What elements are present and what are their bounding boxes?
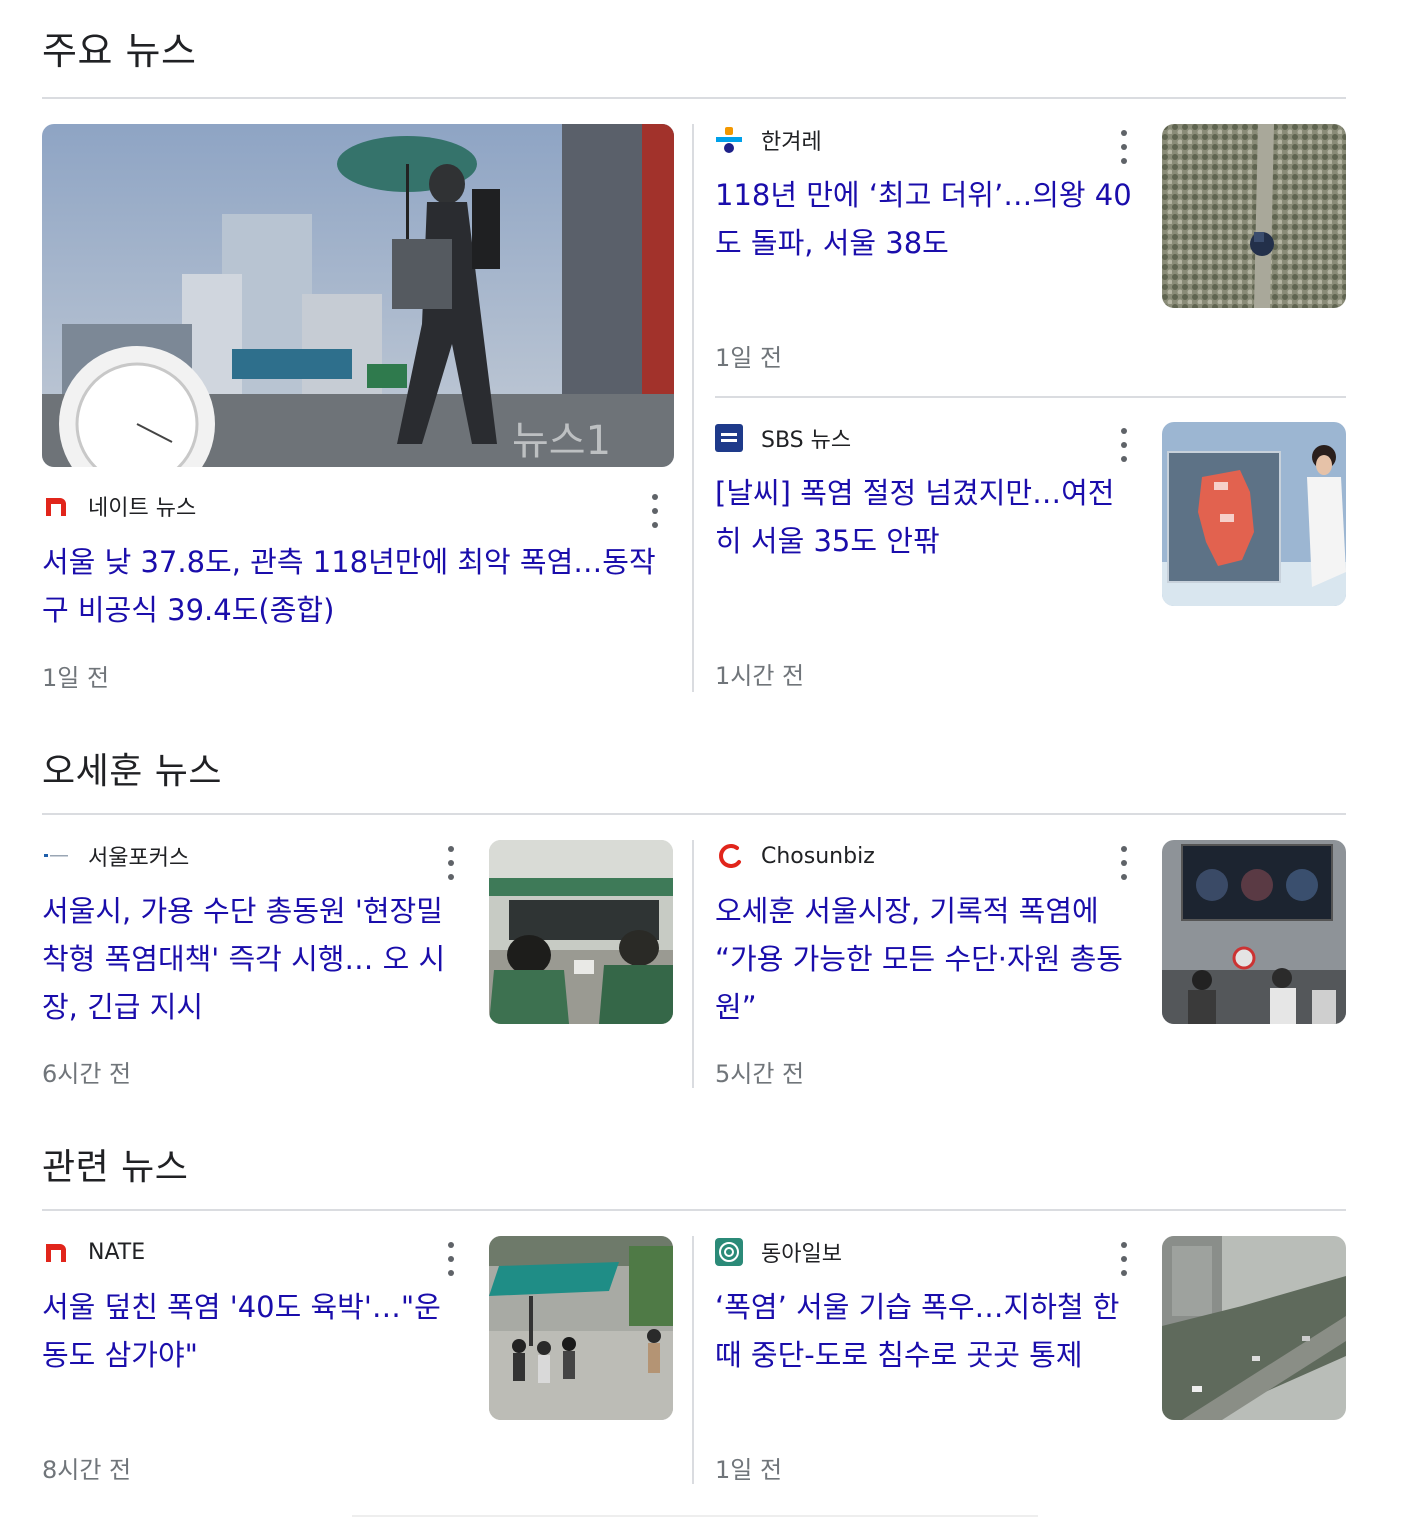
source-name: SBS 뉴스 [761, 428, 852, 453]
news-card[interactable]: Chosunbiz 오세훈 서울시장, 기록적 폭염에 “가용 가능한 모든 수… [715, 836, 1347, 1096]
news-card-featured[interactable]: 뉴스1 네이트 뉴스 서울 낮 37.8도, 관측 118년만에 최악 폭염…동… [42, 124, 674, 694]
news-card[interactable]: NATE 서울 덮친 폭염 '40도 육박'…"운동도 삼가야" 8시간 전 [42, 1232, 674, 1492]
column-divider [692, 840, 694, 1088]
more-options-icon[interactable] [441, 1242, 461, 1276]
meeting-room-photo[interactable] [489, 840, 673, 1024]
crop-field-aerial-photo[interactable] [1162, 124, 1346, 308]
headline-link[interactable]: [날씨] 폭염 절정 넘겼지만…여전히 서울 35도 안팎 [715, 469, 1140, 565]
timestamp: 1일 전 [42, 664, 110, 692]
source-name: 한겨레 [761, 130, 822, 155]
section-title-related-news: 관련 뉴스 [42, 1147, 189, 1188]
svg-text:뉴스1: 뉴스1 [512, 418, 611, 464]
source-row: 네이트 뉴스 [42, 486, 196, 526]
source-row: 동아일보 [715, 1232, 842, 1272]
chosunbiz-logo-icon [715, 842, 743, 870]
seoulfocus-logo-icon [42, 842, 70, 870]
timestamp: 1시간 전 [715, 662, 805, 690]
more-options-icon[interactable] [1114, 130, 1134, 164]
rainy-road-photo[interactable] [1162, 1236, 1346, 1420]
section-title-oh-sehoon-news: 오세훈 뉴스 [42, 751, 223, 792]
news-card[interactable]: SBS 뉴스 [날씨] 폭염 절정 넘겼지만…여전히 서울 35도 안팎 1시간… [715, 418, 1347, 698]
section-title-top-news: 주요 뉴스 [42, 29, 197, 73]
headline-link[interactable]: 118년 만에 ‘최고 더위’…의왕 40도 돌파, 서울 38도 [715, 171, 1140, 267]
divider [42, 97, 1346, 99]
timestamp: 8시간 전 [42, 1456, 132, 1484]
awning-crowd-photo[interactable] [489, 1236, 673, 1420]
headline-link[interactable]: ‘폭염’ 서울 기습 폭우…지하철 한때 중단-도로 침수로 곳곳 통제 [715, 1283, 1140, 1379]
news-card[interactable]: 동아일보 ‘폭염’ 서울 기습 폭우…지하철 한때 중단-도로 침수로 곳곳 통… [715, 1232, 1347, 1492]
source-name: 서울포커스 [88, 846, 190, 871]
source-name: NATE [88, 1239, 146, 1265]
more-options-icon[interactable] [645, 494, 665, 528]
source-name: Chosunbiz [761, 843, 875, 869]
nate-logo-icon [42, 1238, 70, 1266]
news-card[interactable]: 서울포커스 서울시, 가용 수단 총동원 '현장밀착형 폭염대책' 즉각 시행…… [42, 836, 674, 1096]
divider [715, 396, 1346, 398]
source-name: 동아일보 [761, 1242, 842, 1267]
headline-link[interactable]: 서울시, 가용 수단 총동원 '현장밀착형 폭염대책' 즉각 시행… 오 시장,… [42, 887, 467, 1031]
headline-link[interactable]: 서울 낮 37.8도, 관측 118년만에 최악 폭염…동작구 비공식 39.4… [42, 538, 672, 634]
hankyoreh-logo-icon [715, 126, 743, 154]
weather-map-photo[interactable] [1162, 422, 1346, 606]
column-divider [692, 124, 694, 692]
more-options-icon[interactable] [1114, 846, 1134, 880]
more-options-icon[interactable] [1114, 1242, 1134, 1276]
divider [42, 813, 1346, 815]
headline-link[interactable]: 서울 덮친 폭염 '40도 육박'…"운동도 삼가야" [42, 1283, 467, 1379]
nate-logo-icon [42, 492, 70, 520]
column-divider [692, 1236, 694, 1484]
timestamp: 1일 전 [715, 1456, 783, 1484]
news-card[interactable]: 한겨레 118년 만에 ‘최고 더위’…의왕 40도 돌파, 서울 38도 1일… [715, 120, 1347, 380]
more-options-icon[interactable] [1114, 428, 1134, 462]
source-row: Chosunbiz [715, 836, 875, 876]
headline-link[interactable]: 오세훈 서울시장, 기록적 폭염에 “가용 가능한 모든 수단·자원 총동원” [715, 887, 1140, 1031]
divider [42, 1209, 1346, 1211]
more-options-icon[interactable] [441, 846, 461, 880]
source-row: 한겨레 [715, 120, 822, 160]
source-row: 서울포커스 [42, 836, 189, 876]
source-row: SBS 뉴스 [715, 418, 851, 458]
sbs-logo-icon [715, 424, 743, 452]
street-crowd-photo[interactable] [1162, 840, 1346, 1024]
umbrella-pedestrian-photo[interactable]: 뉴스1 [42, 124, 674, 467]
bottom-divider [352, 1515, 1038, 1517]
donga-logo-icon [715, 1238, 743, 1266]
source-row: NATE [42, 1232, 145, 1272]
source-name: 네이트 뉴스 [88, 496, 197, 521]
timestamp: 6시간 전 [42, 1060, 132, 1088]
timestamp: 5시간 전 [715, 1060, 805, 1088]
timestamp: 1일 전 [715, 344, 783, 372]
